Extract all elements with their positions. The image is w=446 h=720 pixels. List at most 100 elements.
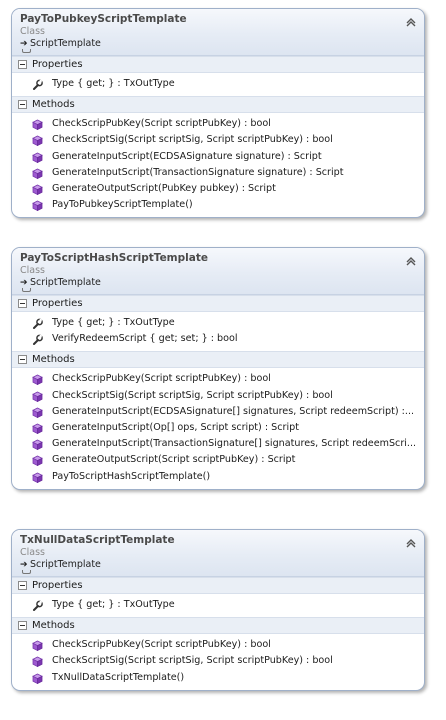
collapse-minus-icon[interactable]: [18, 60, 27, 69]
properties-section-header[interactable]: Properties: [12, 577, 424, 594]
collapse-chevron-icon[interactable]: [405, 15, 417, 27]
class-name: PayToScriptHashScriptTemplate: [20, 252, 208, 264]
method-cube-icon: [32, 119, 43, 131]
section-label: Methods: [32, 620, 75, 632]
methods-section-header[interactable]: Methods: [12, 351, 424, 369]
method-item[interactable]: GenerateOutputScript(Script scriptPubKey…: [12, 452, 424, 468]
method-item[interactable]: CheckScripPubKey(Script scriptPubKey) : …: [12, 116, 424, 132]
method-cube-icon: [32, 640, 43, 652]
method-item[interactable]: GenerateInputScript(Op[] ops, Script scr…: [12, 420, 424, 436]
inheritance-bracket-icon: [22, 570, 31, 574]
method-item[interactable]: CheckScripPubKey(Script scriptPubKey) : …: [12, 371, 424, 387]
base-class-name: ScriptTemplate: [30, 277, 101, 288]
class-box: TxNullDataScriptTemplate Class ➔ ScriptTemp…: [11, 529, 425, 691]
method-cube-icon: [32, 168, 43, 179]
method-text: CheckScripPubKey(Script scriptPubKey) : …: [52, 639, 271, 651]
base-class: ➔ ScriptTemplate: [20, 277, 101, 288]
method-item[interactable]: CheckScriptSig(Script scriptSig, Script …: [12, 653, 424, 669]
property-item[interactable]: Type { get; } : TxOutType: [12, 315, 424, 331]
method-text: CheckScriptSig(Script scriptSig, Script …: [52, 389, 333, 401]
collapse-minus-icon[interactable]: [18, 100, 27, 110]
property-item[interactable]: Type { get; } : TxOutType: [12, 76, 424, 92]
method-text: GenerateInputScript(TransactionSignature…: [52, 438, 417, 450]
wrench-icon: [33, 600, 43, 611]
method-item[interactable]: TxNullDataScriptTemplate(): [12, 670, 424, 686]
methods-section-header[interactable]: Methods: [12, 617, 424, 635]
inheritance-arrow-icon: ➔: [20, 278, 28, 288]
method-text: GenerateInputScript(TransactionSignature…: [52, 166, 344, 178]
class-header: PayToPubkeyScriptTemplate Class ➔ ScriptTem…: [12, 9, 424, 56]
method-item[interactable]: PayToScriptHashScriptTemplate(): [12, 469, 424, 485]
method-cube-icon: [32, 152, 43, 163]
property-item[interactable]: VerifyRedeemScript { get; set; } : bool: [12, 331, 424, 347]
method-cube-icon: [32, 407, 43, 418]
method-item[interactable]: CheckScriptSig(Script scriptSig, Script …: [12, 388, 424, 404]
method-cube-icon: [32, 423, 43, 434]
property-text: Type { get; } : TxOutType: [52, 317, 175, 328]
base-class-name: ScriptTemplate: [30, 38, 101, 49]
class-box: PayToScriptHashScriptTemplate Class ➔ Scrip…: [11, 247, 425, 490]
class-kind: Class: [20, 26, 45, 37]
method-text: PayToScriptHashScriptTemplate(): [52, 470, 211, 482]
property-text: Type { get; } : TxOutType: [52, 78, 175, 89]
collapse-chevron-icon[interactable]: [405, 536, 417, 548]
class-kind: Class: [20, 547, 45, 558]
collapse-minus-icon[interactable]: [18, 355, 27, 365]
method-item[interactable]: GenerateInputScript(ECDSASignature[] sig…: [12, 404, 424, 420]
properties-section-header[interactable]: Properties: [12, 295, 424, 312]
inheritance-bracket-icon: [22, 49, 31, 53]
property-text: VerifyRedeemScript { get; set; } : bool: [52, 333, 238, 345]
section-label: Methods: [32, 354, 75, 366]
class-header: TxNullDataScriptTemplate Class ➔ ScriptTemp…: [12, 530, 424, 577]
method-item[interactable]: GenerateInputScript(TransactionSignature…: [12, 436, 424, 452]
method-text: TxNullDataScriptTemplate(): [52, 671, 185, 683]
method-cube-icon: [32, 135, 43, 147]
property-item[interactable]: Type { get; } : TxOutType: [12, 597, 424, 613]
method-item[interactable]: GenerateInputScript(TransactionSignature…: [12, 165, 424, 181]
method-item[interactable]: CheckScriptSig(Script scriptSig, Script …: [12, 132, 424, 148]
section-label: Methods: [32, 99, 75, 111]
collapse-chevron-icon[interactable]: [405, 254, 417, 266]
class-name: PayToPubkeyScriptTemplate: [20, 13, 187, 25]
method-text: GenerateOutputScript(PubKey pubkey) : Sc…: [52, 182, 276, 194]
collapse-minus-icon[interactable]: [18, 299, 27, 308]
class-name: TxNullDataScriptTemplate: [20, 534, 175, 546]
section-label: Properties: [32, 59, 83, 70]
method-text: CheckScriptSig(Script scriptSig, Script …: [52, 134, 333, 146]
class-kind: Class: [20, 265, 45, 276]
method-cube-icon: [32, 656, 43, 668]
inheritance-bracket-icon: [22, 288, 31, 292]
wrench-icon: [33, 318, 43, 329]
method-cube-icon: [32, 200, 43, 212]
base-class: ➔ ScriptTemplate: [20, 38, 101, 49]
section-label: Properties: [32, 298, 83, 309]
method-text: CheckScripPubKey(Script scriptPubKey) : …: [52, 373, 271, 385]
method-text: CheckScriptSig(Script scriptSig, Script …: [52, 655, 333, 667]
method-item[interactable]: GenerateInputScript(ECDSASignature signa…: [12, 149, 424, 165]
method-item[interactable]: PayToPubkeyScriptTemplate(): [12, 197, 424, 213]
method-item[interactable]: GenerateOutputScript(PubKey pubkey) : Sc…: [12, 181, 424, 197]
collapse-minus-icon[interactable]: [18, 581, 27, 590]
class-box: PayToPubkeyScriptTemplate Class ➔ ScriptTem…: [11, 8, 425, 219]
method-text: GenerateOutputScript(Script scriptPubKey…: [52, 454, 296, 466]
section-label: Properties: [32, 580, 83, 591]
properties-section-header[interactable]: Properties: [12, 56, 424, 73]
method-cube-icon: [32, 184, 43, 195]
inheritance-arrow-icon: ➔: [20, 560, 28, 570]
method-item[interactable]: CheckScripPubKey(Script scriptPubKey) : …: [12, 637, 424, 653]
method-text: CheckScripPubKey(Script scriptPubKey) : …: [52, 118, 271, 130]
method-cube-icon: [32, 439, 43, 451]
method-text: GenerateInputScript(ECDSASignature signa…: [52, 150, 322, 162]
method-cube-icon: [32, 455, 43, 467]
property-text: Type { get; } : TxOutType: [52, 599, 175, 610]
method-text: GenerateInputScript(Op[] ops, Script scr…: [52, 421, 299, 433]
method-cube-icon: [32, 673, 43, 684]
methods-section-header[interactable]: Methods: [12, 96, 424, 114]
inheritance-arrow-icon: ➔: [20, 39, 28, 49]
wrench-icon: [33, 334, 43, 346]
class-header: PayToScriptHashScriptTemplate Class ➔ Scrip…: [12, 248, 424, 295]
collapse-minus-icon[interactable]: [18, 621, 27, 631]
